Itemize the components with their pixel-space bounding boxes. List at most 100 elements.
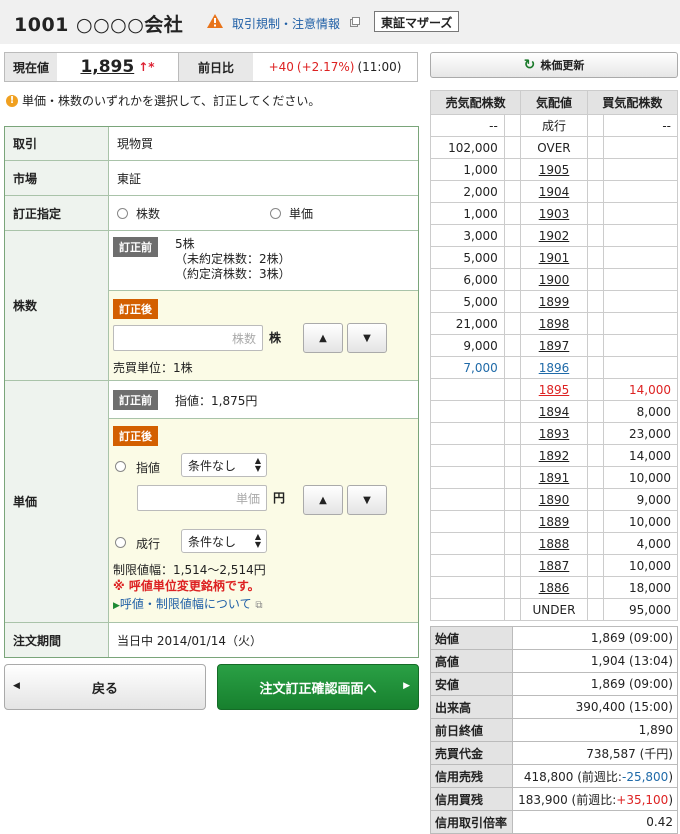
order-book-row: 1892 14,000 xyxy=(430,444,678,467)
notice-message: ! 単価・株数のいずれかを選択して、訂正してください。 xyxy=(6,92,320,109)
spacer-cell xyxy=(586,290,605,313)
stat-value: 0.42 xyxy=(512,810,678,834)
stat-value: 1,869 (09:00) xyxy=(512,626,678,650)
order-book-row: 1888 4,000 xyxy=(430,532,678,555)
quote-price[interactable]: 1904 xyxy=(520,180,588,203)
nariyuki-condition-select[interactable]: 条件なし ▲ ▼ xyxy=(181,529,267,553)
quote-price[interactable]: 1898 xyxy=(520,312,588,335)
stat-value: 1,890 xyxy=(512,718,678,742)
stat-value-text: 738,587 (千円) xyxy=(586,746,673,761)
sell-qty xyxy=(430,554,505,577)
sell-qty: 102,000 xyxy=(430,136,505,159)
sashine-label: 指値 xyxy=(136,461,161,475)
kabu-before-count: 5株 xyxy=(175,237,195,251)
quote-price[interactable]: 1890 xyxy=(520,488,588,511)
quote-price[interactable]: 1894 xyxy=(520,400,588,423)
confirm-correction-button[interactable]: 注文訂正確認画面へ ▶ xyxy=(217,664,419,710)
buy-qty: 8,000 xyxy=(603,400,678,423)
quote-price[interactable]: 1896 xyxy=(520,356,588,379)
order-book-row: 1893 23,000 xyxy=(430,422,678,445)
back-button[interactable]: ◀ 戻る xyxy=(4,664,206,710)
stat-diff: -25,800 xyxy=(621,769,669,784)
tick-info-link[interactable]: ▶呼値・制限値幅について ⧉ xyxy=(113,595,263,612)
spacer-cell xyxy=(586,312,605,335)
quote-price[interactable]: 1897 xyxy=(520,334,588,357)
right-arrow-icon: ▶ xyxy=(403,681,410,691)
left-arrow-icon: ◀ xyxy=(13,681,20,691)
quote-price[interactable]: 1888 xyxy=(520,532,588,555)
sell-qty: 21,000 xyxy=(430,312,505,335)
tanka-down-button[interactable]: ▼ xyxy=(347,485,387,515)
radio-kabusu[interactable] xyxy=(117,207,128,219)
kabu-up-button[interactable]: ▲ xyxy=(303,323,343,353)
order-book-row: 5,000 1899 xyxy=(430,290,678,313)
quote-price[interactable]: 1902 xyxy=(520,224,588,247)
stat-row: 高値 1,904 (13:04) xyxy=(430,649,678,673)
stat-label: 信用売残 xyxy=(430,764,513,788)
order-book-row: 1886 18,000 xyxy=(430,576,678,599)
quote-price[interactable]: 1891 xyxy=(520,466,588,489)
order-book-row: -- 成行 -- xyxy=(430,114,678,137)
quote-price[interactable]: 1893 xyxy=(520,422,588,445)
order-book-row: 7,000 1896 xyxy=(430,356,678,379)
order-book-row: 21,000 1898 xyxy=(430,312,678,335)
quote-price[interactable]: 1895 xyxy=(520,378,588,401)
order-book-row: 1895 14,000 xyxy=(430,378,678,401)
stat-label: 信用取引倍率 xyxy=(430,810,513,834)
kabu-unit: 株 xyxy=(269,331,282,345)
stat-value: 183,900 (前週比:+35,100) xyxy=(512,787,678,811)
spacer-cell xyxy=(503,268,522,291)
after-badge: 訂正後 xyxy=(113,299,158,319)
quote-price[interactable]: 1892 xyxy=(520,444,588,467)
torihiki-label: 取引 xyxy=(5,127,109,160)
buy-qty: 10,000 xyxy=(603,510,678,533)
radio-tanka-label: 単価 xyxy=(289,206,314,221)
spacer-cell xyxy=(503,246,522,269)
quote-price[interactable]: 1901 xyxy=(520,246,588,269)
stat-value: 1,869 (09:00) xyxy=(512,672,678,696)
sell-qty: 1,000 xyxy=(430,202,505,225)
stat-label: 売買代金 xyxy=(430,741,513,765)
regulation-link[interactable]: 取引規制・注意情報 xyxy=(232,15,340,32)
spacer-cell xyxy=(586,466,605,489)
kabu-down-button[interactable]: ▼ xyxy=(347,323,387,353)
sell-qty xyxy=(430,510,505,533)
buy-qty xyxy=(603,290,678,313)
order-book-row: 1894 8,000 xyxy=(430,400,678,423)
kabusu-input[interactable]: 株数 xyxy=(113,325,263,351)
spacer-cell xyxy=(503,378,522,401)
tanka-up-button[interactable]: ▲ xyxy=(303,485,343,515)
stat-row: 安値 1,869 (09:00) xyxy=(430,672,678,696)
spacer-cell xyxy=(586,378,605,401)
radio-tanka[interactable] xyxy=(270,207,282,219)
stat-row: 売買代金 738,587 (千円) xyxy=(430,741,678,765)
sell-qty xyxy=(430,598,505,621)
radio-sashine[interactable] xyxy=(115,461,126,472)
stat-value: 1,904 (13:04) xyxy=(512,649,678,673)
buy-qty: 95,000 xyxy=(603,598,678,621)
buy-qty: 10,000 xyxy=(603,466,678,489)
quote-price[interactable]: 1887 xyxy=(520,554,588,577)
quote-price[interactable]: 1899 xyxy=(520,290,588,313)
quote-price[interactable]: 1900 xyxy=(520,268,588,291)
quote-price[interactable]: 1903 xyxy=(520,202,588,225)
tanka-input[interactable]: 単価 xyxy=(137,485,267,511)
quote-price[interactable]: 1889 xyxy=(520,510,588,533)
spacer-cell xyxy=(503,598,522,621)
quote-price[interactable]: 1905 xyxy=(520,158,588,181)
order-book-row: 1891 10,000 xyxy=(430,466,678,489)
buy-qty: 10,000 xyxy=(603,554,678,577)
torihiki-value: 現物買 xyxy=(117,137,154,151)
up-arrow-icon: ↑* xyxy=(138,60,155,74)
spacer-cell xyxy=(503,224,522,247)
refresh-price-button[interactable]: ↻ 株価更新 xyxy=(430,52,678,78)
external-window-icon xyxy=(350,17,360,27)
radio-nariyuki[interactable] xyxy=(115,537,126,548)
quote-price[interactable]: 1886 xyxy=(520,576,588,599)
change-value: +40 xyxy=(268,60,294,74)
spacer-cell xyxy=(503,488,522,511)
sell-qty: 5,000 xyxy=(430,246,505,269)
spacer-cell xyxy=(503,356,522,379)
sashine-condition-select[interactable]: 条件なし ▲ ▼ xyxy=(181,453,267,477)
spacer-cell xyxy=(503,180,522,203)
